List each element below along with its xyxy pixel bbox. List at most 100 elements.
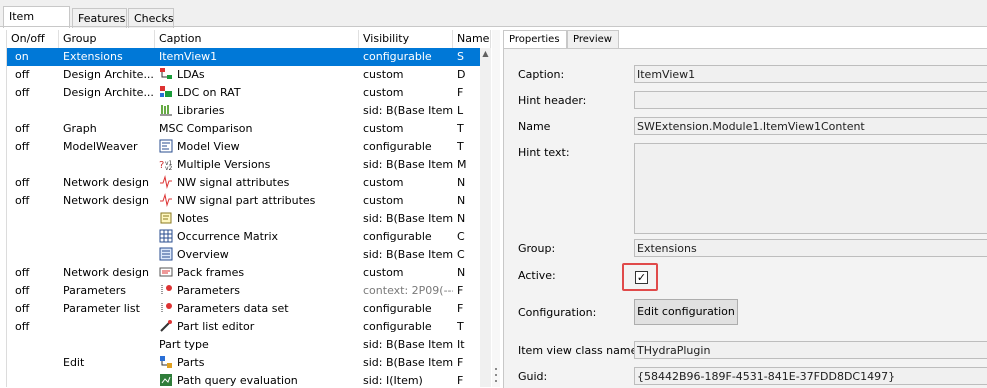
onoff-cell[interactable]: off [11,138,55,156]
guid-field[interactable]: {58442B96-189F-4531-841E-37FDD8DC1497} [634,367,987,385]
caption-cell: NW signal attributes [159,174,359,192]
table-row[interactable]: off Parameters Parameters context: 2P09(---… [7,282,480,300]
onoff-cell[interactable]: off [11,318,55,336]
tab-divider [0,26,987,27]
properties-panel: Caption: ItemView1 Hint header: Name SWE… [503,48,987,388]
onoff-cell[interactable]: off [11,282,55,300]
svg-text:v2: v2 [165,165,173,171]
caption-field[interactable]: ItemView1 [634,65,987,83]
panel-splitter[interactable] [492,30,500,387]
group-cell [63,336,155,354]
table-row[interactable]: off Network design Pack frames custom N [7,264,480,282]
caption-cell: Libraries [159,102,359,120]
parameters-icon [159,283,173,297]
table-row[interactable]: Occurrence Matrix configurable C [7,228,480,246]
table-row[interactable]: off Part list editor configurable T [7,318,480,336]
visibility-cell: context: 2P09(---) [363,284,453,297]
name-cell: F [457,374,464,387]
active-label: Active: [518,269,556,282]
column-header-name[interactable]: Name [453,30,491,48]
onoff-cell[interactable]: off [11,66,55,84]
onoff-cell[interactable] [11,102,55,120]
tab-checks[interactable]: Checks [128,8,174,28]
onoff-cell[interactable]: off [11,300,55,318]
visibility-cell: configurable [363,140,432,153]
active-checkbox[interactable]: ✓ [635,271,648,284]
table-row[interactable]: Edit Parts sid: B(Base Item) F [7,354,480,372]
table-row[interactable]: off Design Archite... LDAs custom D [7,66,480,84]
onoff-cell[interactable] [11,246,55,264]
caption-cell: Part type [159,336,359,354]
hint-text-field[interactable] [634,143,987,234]
hint-header-label: Hint header: [518,94,587,107]
table-row[interactable]: Path query evaluation sid: I(Item) F [7,372,480,387]
edit-configuration-button[interactable]: Edit configuration [634,299,738,325]
name-cell: F [457,302,464,315]
table-row[interactable]: off Graph MSC Comparison custom T [7,120,480,138]
group-cell: Graph [63,122,97,135]
column-header-group[interactable]: Group [59,30,155,48]
caption-cell: Occurrence Matrix [159,228,359,246]
onoff-cell[interactable]: off [11,192,55,210]
column-header-onoff[interactable]: On/off [7,30,59,48]
onoff-cell[interactable] [11,228,55,246]
table-row[interactable]: off Parameter list Parameters data set conf… [7,300,480,318]
caption-text: Parameters [177,284,240,297]
table-row[interactable]: off Network design NW signal part attribut… [7,192,480,210]
group-cell [63,156,155,174]
tab-item-views[interactable]: Item views [3,6,70,43]
table-row[interactable]: on Extensions ItemView1 configurable S [7,48,480,66]
onoff-cell[interactable] [11,336,55,354]
name-cell: D [457,68,466,81]
group-field[interactable]: Extensions [634,239,987,257]
active-checkbox-highlight: ✓ [622,263,658,291]
column-header-visibility[interactable]: Visibility [359,30,453,48]
onoff-cell[interactable]: off [11,264,55,282]
scroll-up-icon[interactable]: ▲ [480,48,491,60]
caption-text: Part type [159,338,209,351]
item-views-grid[interactable]: On/off Group Caption Visibility Name on E… [6,30,491,387]
onoff-cell[interactable]: off [11,120,55,138]
visibility-cell: sid: B(Base Item) [363,248,453,261]
onoff-cell[interactable]: off [11,84,55,102]
tab-preview[interactable]: Preview [567,30,619,48]
caption-text: NW signal attributes [177,176,290,189]
table-row[interactable]: ? v1 v2 Multiple Versions sid: B(Base Item) M [7,156,480,174]
onoff-cell[interactable]: on [11,48,55,66]
onoff-cell[interactable]: off [11,174,55,192]
name-cell: F [457,284,464,297]
hint-header-field[interactable] [634,91,987,109]
caption-text: ItemView1 [159,50,218,63]
caption-text: Parts [177,356,205,369]
signal-icon [159,193,173,207]
table-row[interactable]: Notes sid: B(Base Item) N [7,210,480,228]
group-cell: ModelWeaver [63,140,138,153]
table-row[interactable]: off Network design NW signal attributes cus… [7,174,480,192]
caption-text: LDAs [177,68,205,81]
caption-text: Occurrence Matrix [177,230,279,243]
name-field[interactable]: SWExtension.Module1.ItemView1Content [634,117,987,135]
caption-cell: Parameters [159,282,359,300]
caption-cell: NW signal part attributes [159,192,359,210]
table-row[interactable]: Libraries sid: B(Base Item) L [7,102,480,120]
onoff-cell[interactable] [11,156,55,174]
vertical-scrollbar[interactable]: ▲ [480,48,491,387]
class-name-field[interactable]: THydraPlugin [634,341,987,359]
table-row[interactable]: off Design Archite... LDC on RAT custom F [7,84,480,102]
tab-features[interactable]: Features [72,8,127,28]
tab-properties[interactable]: Properties [503,30,567,48]
caption-cell: Parameters data set [159,300,359,318]
caption-text: Libraries [177,104,225,117]
onoff-cell[interactable] [11,354,55,372]
table-row[interactable]: Overview sid: B(Base Item) C [7,246,480,264]
column-header-caption[interactable]: Caption [155,30,359,48]
table-row[interactable]: off ModelWeaver Model View configurable T [7,138,480,156]
table-row[interactable]: Part type sid: B(Base Item) It [7,336,480,354]
name-cell: F [457,356,464,369]
caption-cell: Part list editor [159,318,359,336]
onoff-cell[interactable] [11,210,55,228]
name-label: Name [518,120,551,133]
caption-cell: Model View [159,138,359,156]
visibility-cell: sid: B(Base Item) [363,356,453,369]
onoff-cell[interactable] [11,372,55,387]
